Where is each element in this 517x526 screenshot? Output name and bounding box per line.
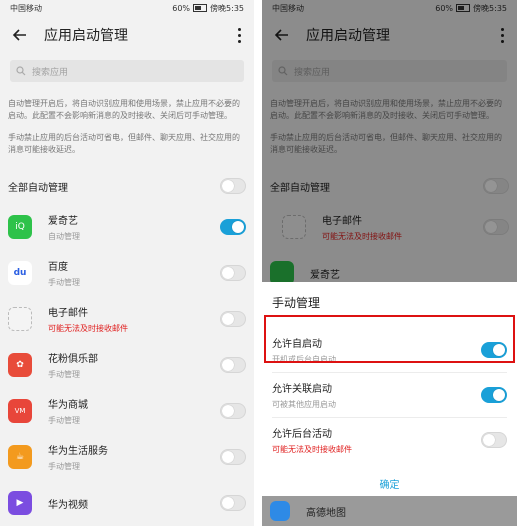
description-auto: 自动管理开启后，将自动识别应用和使用场景，禁止应用不必要的启动。此配置不会影响新… (8, 99, 240, 120)
life-service-icon: ☕ (8, 445, 32, 469)
option-name: 允许后台活动 (272, 429, 332, 440)
app-row: 高德地图 (262, 496, 517, 526)
app-status: 可能无法及时接收邮件 (48, 324, 128, 333)
search-placeholder: 搜索应用 (32, 67, 69, 78)
app-row[interactable]: ☕ 华为生活服务 手动管理 (0, 434, 254, 480)
manual-manage-dialog-screen: 中国移动 60% 傍晚5:35 应用启动管理 搜索应用 自动管理开启后，将自动识… (262, 0, 517, 526)
app-row[interactable]: iQ 爱奇艺自动管理 (0, 204, 254, 250)
app-toggle[interactable] (220, 357, 246, 373)
more-menu-icon[interactable] (234, 27, 244, 43)
app-row[interactable]: VM 华为商城手动管理 (0, 388, 254, 434)
battery-icon (193, 4, 208, 12)
time-label: 傍晚5:35 (210, 3, 244, 13)
startup-manager-screen: 中国移动 60% 傍晚5:35 应用启动管理 搜索应用 自动管理开启后，将自动识… (0, 0, 254, 526)
vmall-icon: VM (8, 399, 32, 423)
app-name: 电子邮件 (48, 308, 88, 319)
app-status: 手动管理 (48, 416, 80, 425)
allow-background-activity-row[interactable]: 允许后台活动可能无法及时接收邮件 (262, 418, 517, 462)
baidu-icon: du (8, 261, 32, 285)
iqiyi-icon: iQ (8, 215, 32, 239)
search-icon (16, 66, 26, 76)
status-bar: 中国移动 60% 傍晚5:35 (0, 0, 254, 16)
video-icon: ▶ (8, 491, 32, 515)
sheet-title: 手动管理 (272, 296, 321, 310)
app-row[interactable]: 电子邮件可能无法及时接收邮件 (0, 296, 254, 342)
amap-icon (270, 501, 290, 521)
app-row[interactable]: ▶ 华为视频 (0, 480, 254, 526)
app-toggle[interactable] (220, 265, 246, 281)
app-name: 高德地图 (306, 507, 346, 519)
app-status: 自动管理 (48, 232, 80, 241)
app-toggle[interactable] (220, 495, 246, 511)
all-auto-manage-row: 全部自动管理 (0, 168, 254, 204)
app-toggle[interactable] (220, 449, 246, 465)
back-arrow-icon[interactable] (10, 25, 30, 45)
app-name: 爱奇艺 (48, 216, 78, 227)
app-name: 华为视频 (48, 499, 88, 511)
allow-associated-start-row[interactable]: 允许关联启动 可被其他应用启动 (262, 373, 517, 417)
app-row[interactable]: du 百度手动管理 (0, 250, 254, 296)
all-auto-manage-toggle[interactable] (220, 178, 246, 194)
page-title: 应用启动管理 (44, 28, 128, 44)
confirm-button[interactable]: 确定 (262, 476, 517, 491)
app-row[interactable]: ✿ 花粉俱乐部手动管理 (0, 342, 254, 388)
app-toggle[interactable] (220, 219, 246, 235)
app-status: 手动管理 (48, 462, 80, 471)
app-name: 华为商城 (48, 400, 88, 411)
battery-label: 60% (172, 3, 191, 13)
app-status: 手动管理 (48, 370, 80, 379)
app-name: 华为生活服务 (48, 446, 108, 457)
huafen-icon: ✿ (8, 353, 32, 377)
option-name: 允许关联启动 (272, 384, 332, 395)
app-toggle[interactable] (220, 403, 246, 419)
highlight-box (264, 315, 515, 363)
panel-divider (254, 0, 262, 526)
description-manual: 手动禁止应用的后台活动可省电，但邮件、聊天应用、社交应用的消息可能接收延迟。 (8, 133, 240, 154)
app-bar: 应用启动管理 (0, 16, 254, 54)
carrier-label: 中国移动 (10, 3, 42, 13)
app-status: 手动管理 (48, 278, 80, 287)
email-icon (8, 307, 32, 331)
search-input[interactable]: 搜索应用 (10, 60, 244, 82)
screenshot-composite: 中国移动 60% 傍晚5:35 应用启动管理 搜索应用 自动管理开启后，将自动识… (0, 0, 517, 526)
option-sub: 可能无法及时接收邮件 (272, 445, 352, 454)
all-auto-manage-label: 全部自动管理 (8, 182, 68, 194)
app-toggle[interactable] (220, 311, 246, 327)
option-sub: 可被其他应用启动 (272, 400, 336, 409)
allow-background-activity-toggle[interactable] (481, 432, 507, 448)
app-name: 百度 (48, 262, 68, 273)
allow-associated-start-toggle[interactable] (481, 387, 507, 403)
app-name: 花粉俱乐部 (48, 354, 98, 365)
